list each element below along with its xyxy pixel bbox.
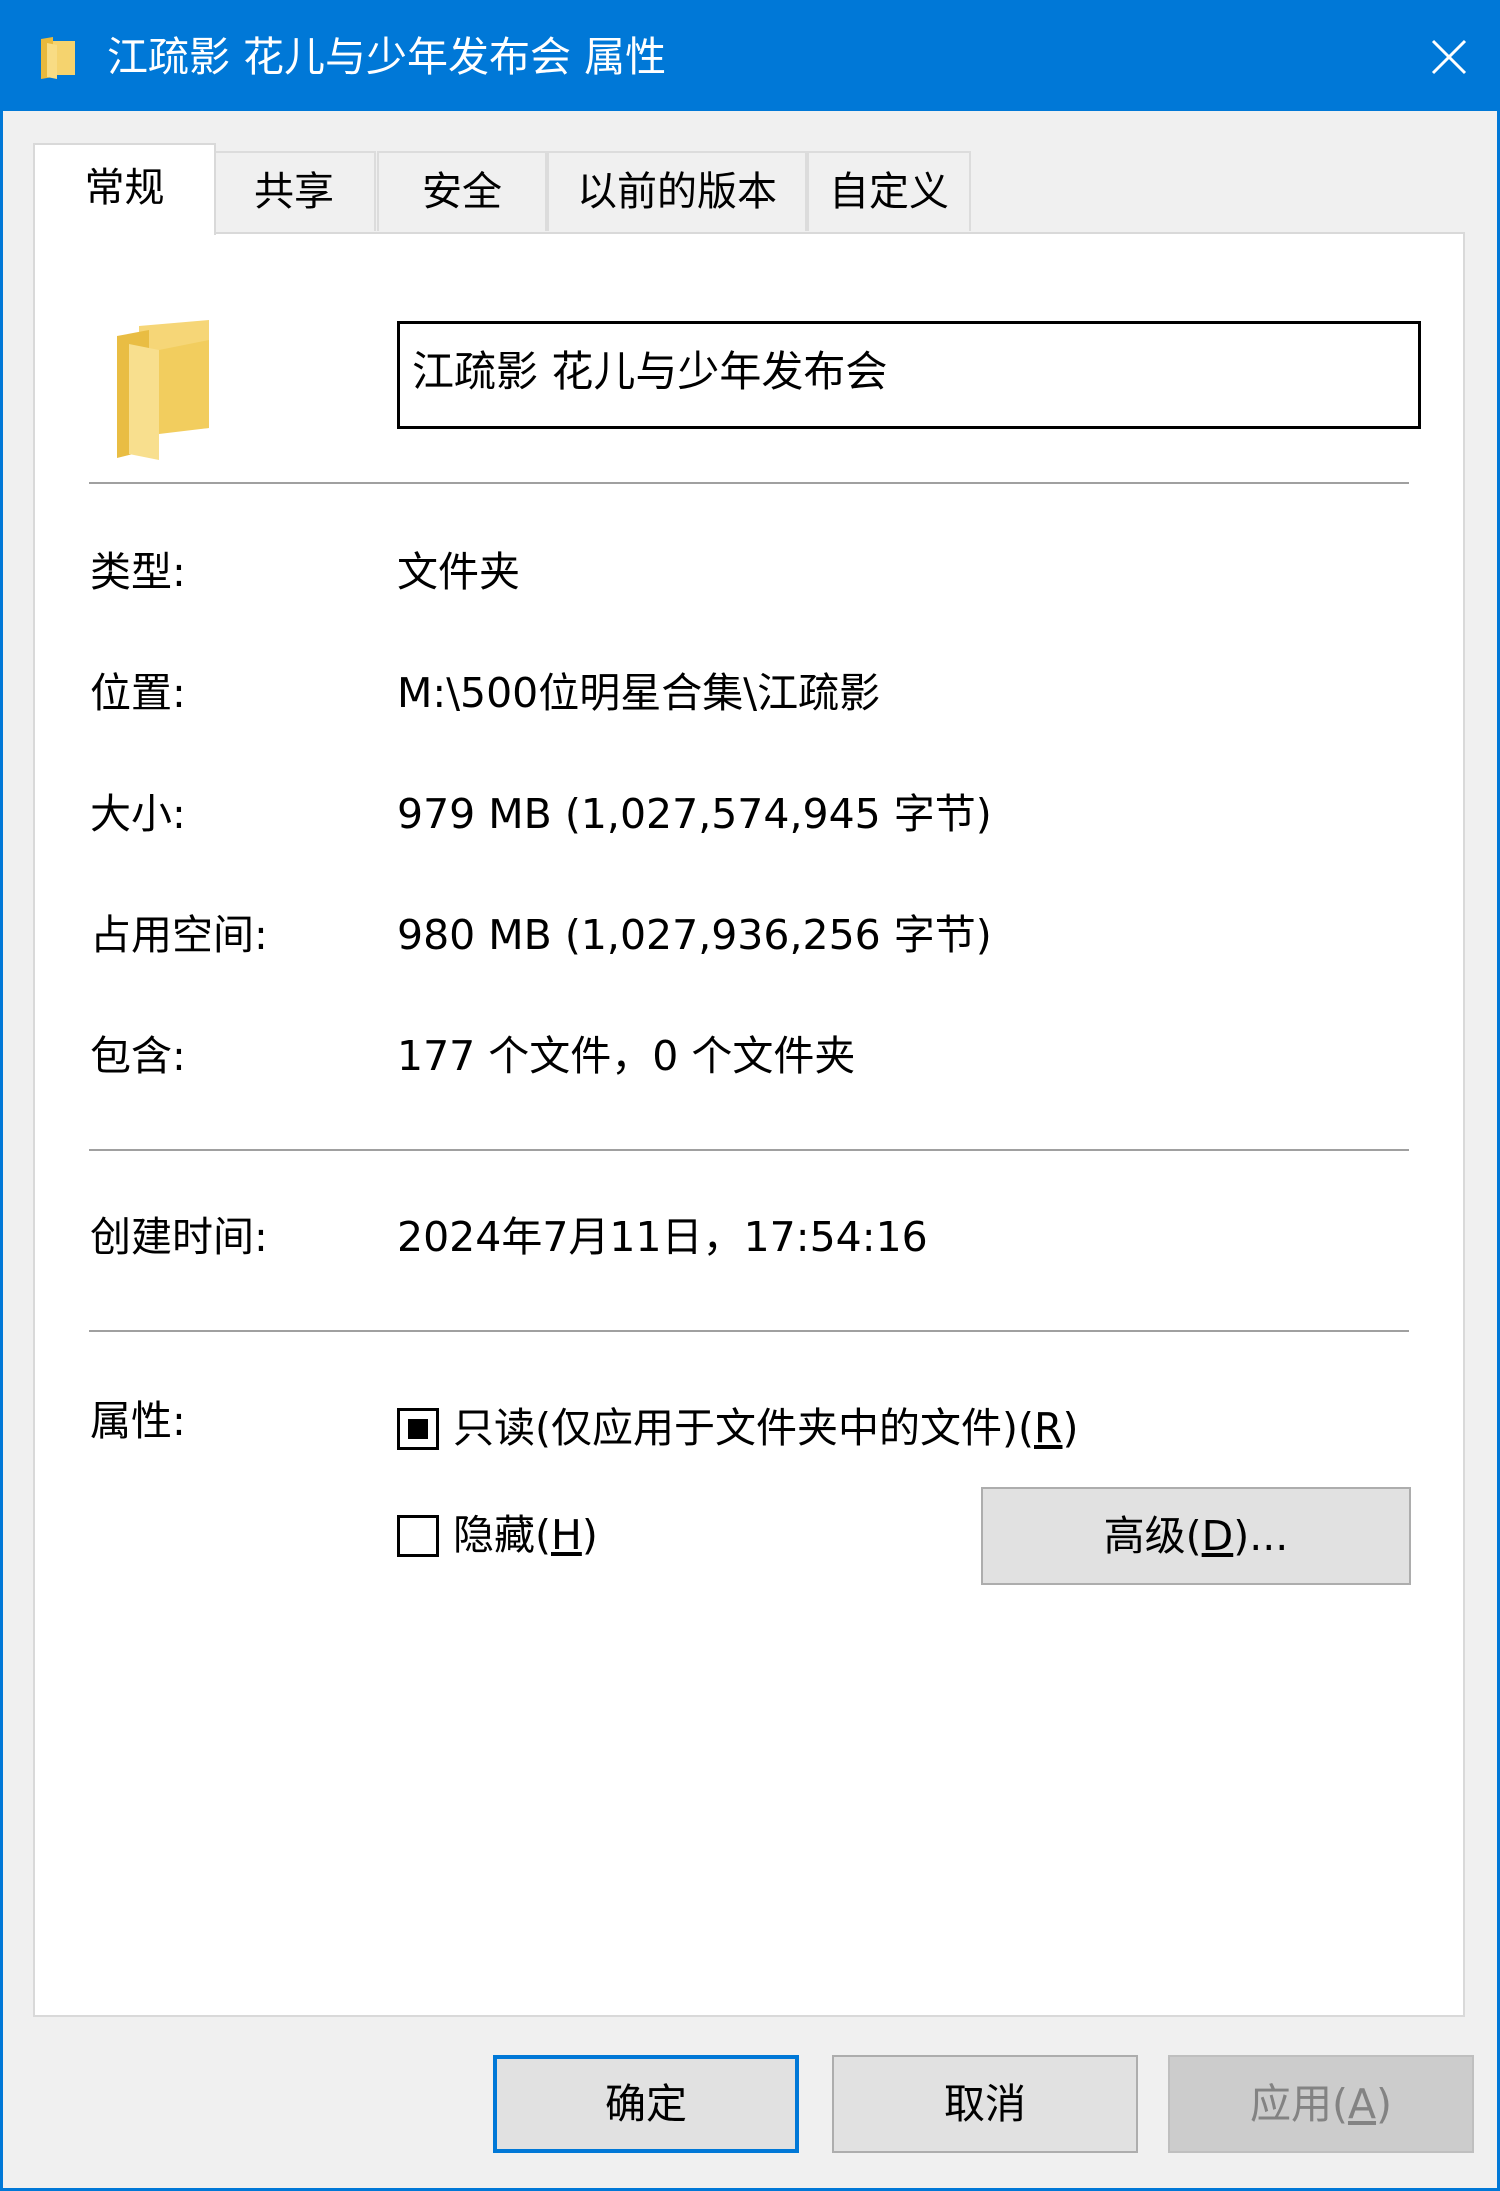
size-on-disk-label: 占用空间:: [90, 911, 268, 959]
location-value: M:\500位明星合集\江疏影: [397, 669, 881, 717]
advanced-button[interactable]: 高级(D)...: [981, 1487, 1411, 1585]
cancel-button[interactable]: 取消: [832, 2055, 1138, 2153]
readonly-checkbox-label[interactable]: 只读(仅应用于文件夹中的文件)(R): [453, 1402, 1079, 1454]
size-value: 979 MB (1,027,574,945 字节): [397, 790, 992, 838]
folder-name-input[interactable]: 江疏影 花儿与少年发布会: [397, 321, 1421, 429]
created-label: 创建时间:: [90, 1213, 268, 1261]
size-label: 大小:: [90, 790, 186, 838]
general-panel: 江疏影 花儿与少年发布会 类型: 文件夹 位置: M:\500位明星合集\江疏影…: [33, 232, 1465, 2017]
hidden-checkbox[interactable]: [397, 1515, 439, 1557]
apply-button: 应用(A): [1168, 2055, 1474, 2153]
hidden-checkbox-label[interactable]: 隐藏(H): [453, 1509, 598, 1561]
separator: [89, 1330, 1409, 1332]
window-title: 江疏影 花儿与少年发布会 属性: [107, 33, 667, 81]
contains-value: 177 个文件，0 个文件夹: [397, 1032, 856, 1080]
type-value: 文件夹: [397, 548, 520, 596]
location-label: 位置:: [90, 669, 186, 717]
tab-customize[interactable]: 自定义: [807, 151, 971, 231]
created-value: 2024年7月11日，17:54:16: [397, 1213, 928, 1261]
size-on-disk-value: 980 MB (1,027,936,256 字节): [397, 911, 992, 959]
attributes-label: 属性:: [90, 1397, 186, 1445]
folder-icon: [117, 320, 209, 460]
separator: [89, 482, 1409, 484]
close-button[interactable]: [1401, 3, 1497, 111]
contains-label: 包含:: [90, 1032, 186, 1080]
tab-general[interactable]: 常规: [33, 143, 216, 235]
properties-window: 江疏影 花儿与少年发布会 属性 常规 共享 安全 以前的版本 自定义 江疏影 花…: [0, 0, 1500, 2191]
tab-sharing[interactable]: 共享: [212, 151, 376, 231]
close-icon: [1431, 39, 1467, 75]
separator: [89, 1149, 1409, 1151]
title-bar[interactable]: 江疏影 花儿与少年发布会 属性: [3, 3, 1497, 111]
folder-icon: [41, 37, 75, 79]
ok-button[interactable]: 确定: [493, 2055, 799, 2153]
readonly-checkbox[interactable]: [397, 1408, 439, 1450]
type-label: 类型:: [90, 548, 186, 596]
tab-previous-versions[interactable]: 以前的版本: [547, 151, 807, 231]
tab-security[interactable]: 安全: [377, 151, 547, 231]
